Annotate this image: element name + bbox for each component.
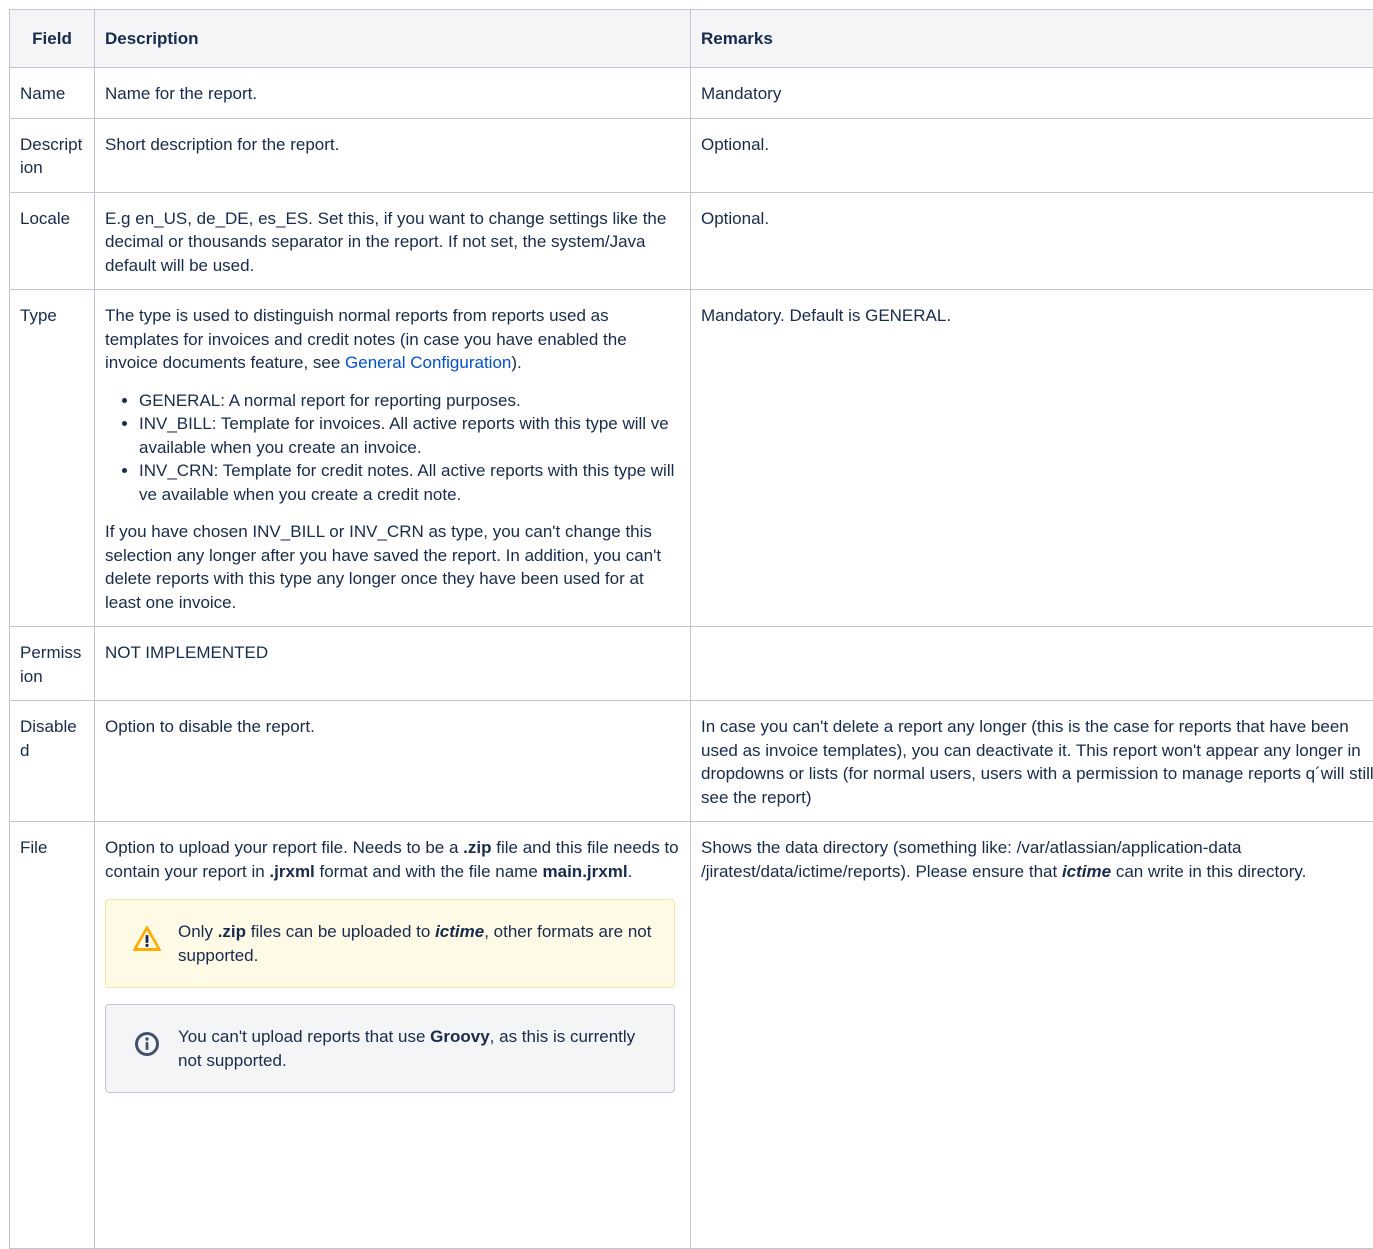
table-row: Disabled Option to disable the report. I… [10,701,1373,822]
type-list: GENERAL: A normal report for reporting p… [105,389,680,507]
row-field-name: Name [10,68,95,119]
type-intro: The type is used to distinguish normal r… [105,304,680,375]
table-row: File Option to upload your report file. … [10,822,1373,1249]
list-item: INV_BILL: Template for invoices. All act… [139,412,680,459]
type-outro: If you have chosen INV_BILL or INV_CRN a… [105,520,680,614]
header-field: Field [10,10,95,68]
field-description-table: Field Description Remarks Name Name for … [9,9,1373,1249]
header-remarks: Remarks [691,10,1373,68]
table-row: Description Short description for the re… [10,118,1373,192]
row-remarks [691,627,1373,701]
warning-icon [132,924,162,954]
file-description: Option to upload your report file. Needs… [105,836,680,883]
row-field-description: Description [10,118,95,192]
warning-panel: Only .zip files can be uploaded to ictim… [105,899,675,988]
row-field-file: File [10,822,95,1249]
list-item: INV_CRN: Template for credit notes. All … [139,459,680,506]
row-remarks: Shows the data directory (something like… [691,822,1373,1249]
list-item: GENERAL: A normal report for reporting p… [139,389,680,413]
row-field-permission: Permission [10,627,95,701]
row-description: Option to upload your report file. Needs… [95,822,691,1249]
row-description: NOT IMPLEMENTED [95,627,691,701]
warning-text: Only .zip files can be uploaded to ictim… [178,920,654,967]
row-description: Option to disable the report. [95,701,691,822]
info-panel: You can't upload reports that use Groovy… [105,1004,675,1093]
row-field-disabled: Disabled [10,701,95,822]
row-remarks: Optional. [691,192,1373,290]
row-remarks: Mandatory [691,68,1373,119]
row-description: Short description for the report. [95,118,691,192]
row-description: E.g en_US, de_DE, es_ES. Set this, if yo… [95,192,691,290]
row-description: The type is used to distinguish normal r… [95,290,691,627]
table-row: Permission NOT IMPLEMENTED [10,627,1373,701]
table-row: Locale E.g en_US, de_DE, es_ES. Set this… [10,192,1373,290]
row-field-locale: Locale [10,192,95,290]
info-text: You can't upload reports that use Groovy… [178,1025,654,1072]
table-row: Type The type is used to distinguish nor… [10,290,1373,627]
row-remarks: Optional. [691,118,1373,192]
general-configuration-link[interactable]: General Configuration [345,353,511,372]
table-header-row: Field Description Remarks [10,10,1373,68]
info-icon [132,1029,162,1059]
row-description: Name for the report. [95,68,691,119]
row-remarks: Mandatory. Default is GENERAL. [691,290,1373,627]
table-row: Name Name for the report. Mandatory [10,68,1373,119]
header-description: Description [95,10,691,68]
row-field-type: Type [10,290,95,627]
row-remarks: In case you can't delete a report any lo… [691,701,1373,822]
